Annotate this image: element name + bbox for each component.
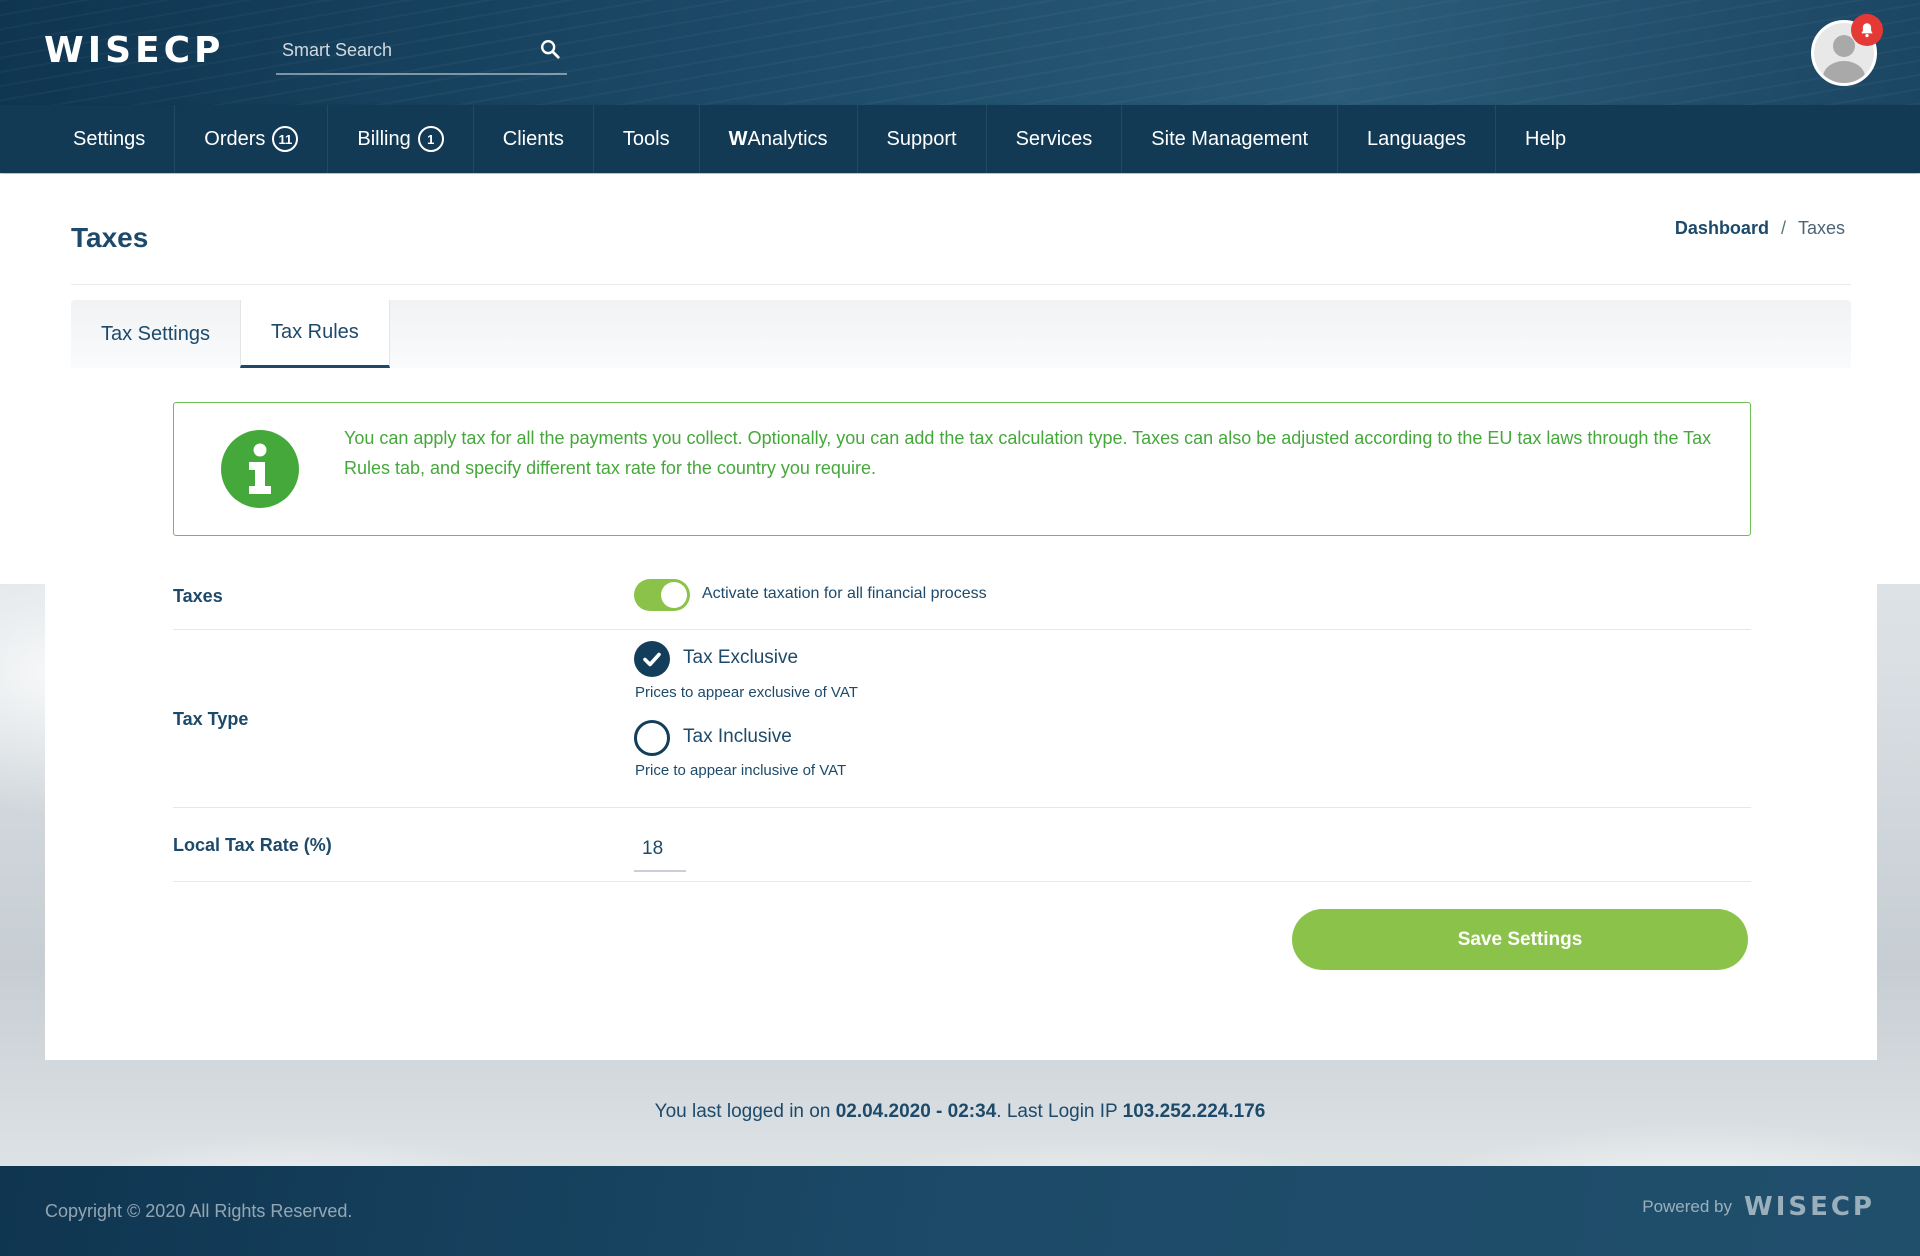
nav-label: Analytics <box>747 127 828 150</box>
nav-item-wanalytics[interactable]: W Analytics <box>700 105 858 173</box>
search-icon[interactable] <box>539 38 561 60</box>
nav-label: Services <box>1015 127 1093 150</box>
tax-exclusive-hint: Prices to appear exclusive of VAT <box>635 684 858 701</box>
smart-search <box>276 30 567 75</box>
nav-item-support[interactable]: Support <box>858 105 987 173</box>
title-divider <box>71 284 1851 285</box>
breadcrumb-dashboard-link[interactable]: Dashboard <box>1675 218 1769 239</box>
nav-item-settings[interactable]: Settings <box>0 105 176 173</box>
local-tax-rate-label: Local Tax Rate (%) <box>173 835 332 855</box>
nav-label: Languages <box>1367 127 1467 150</box>
row-divider <box>173 807 1751 808</box>
check-icon <box>643 652 661 667</box>
copyright-text: Copyright © 2020 All Rights Reserved. <box>45 1201 353 1221</box>
tab-tax-rules[interactable]: Tax Rules <box>239 300 390 368</box>
taxes-toggle[interactable] <box>634 579 690 611</box>
local-tax-rate-input[interactable] <box>634 828 686 872</box>
breadcrumb: Dashboard / Taxes <box>1675 218 1845 239</box>
row-divider <box>173 629 1751 630</box>
nav-label: Clients <box>502 127 564 150</box>
tax-inclusive-hint: Price to appear inclusive of VAT <box>635 762 847 779</box>
nav-item-tools[interactable]: Tools <box>594 105 700 173</box>
nav-label-bold: W <box>728 127 748 150</box>
nav-item-site-management[interactable]: Site Management <box>1122 105 1339 173</box>
info-text: You can apply tax for all the payments y… <box>344 428 1712 478</box>
page-title: Taxes <box>71 222 149 253</box>
taxes-toggle-label: Activate taxation for all financial proc… <box>702 585 987 602</box>
orders-count-badge: 11 <box>272 126 299 152</box>
main-nav: Settings Orders 11 Billing 1 Clients Tools… <box>0 105 1920 173</box>
top-bar: WISECP <box>0 0 1920 105</box>
breadcrumb-current: Taxes <box>1797 218 1845 238</box>
nav-label: Help <box>1525 127 1567 150</box>
nav-label: Site Management <box>1151 127 1309 150</box>
footer: Copyright © 2020 All Rights Reserved. Po… <box>0 1166 1920 1256</box>
tabs-bar: Tax Settings Tax Rules <box>71 300 1851 368</box>
save-settings-button[interactable]: Save Settings <box>1292 909 1748 970</box>
nav-label: Tools <box>622 127 670 150</box>
nav-item-services[interactable]: Services <box>987 105 1123 173</box>
nav-item-languages[interactable]: Languages <box>1338 105 1497 173</box>
breadcrumb-separator: / <box>1780 218 1786 238</box>
last-login-ip: 103.252.224.176 <box>1122 1101 1266 1122</box>
tax-inclusive-label[interactable]: Tax Inclusive <box>683 726 792 748</box>
info-alert: You can apply tax for all the payments y… <box>173 402 1751 536</box>
nav-item-clients[interactable]: Clients <box>474 105 594 173</box>
last-login-datetime: 02.04.2020 - 02:34 <box>835 1101 997 1122</box>
nav-item-orders[interactable]: Orders 11 <box>175 105 329 173</box>
last-login-info: You last logged in on 02.04.2020 - 02:34… <box>0 1101 1920 1123</box>
billing-count-badge: 1 <box>417 126 444 152</box>
toggle-knob <box>661 582 687 608</box>
last-login-prefix: You last logged in on <box>654 1101 831 1122</box>
tax-inclusive-radio[interactable] <box>634 720 670 756</box>
powered-by-label: Powered by <box>1642 1197 1733 1216</box>
nav-label: Billing <box>357 127 411 150</box>
last-login-ip-prefix: . Last Login IP <box>996 1101 1118 1122</box>
nav-item-help[interactable]: Help <box>1496 105 1595 173</box>
wisecp-footer-logo[interactable]: WISECP <box>1744 1192 1875 1222</box>
powered-by: Powered by WISECP <box>1642 1192 1875 1222</box>
tax-exclusive-radio[interactable] <box>634 641 670 677</box>
search-input[interactable] <box>276 30 516 70</box>
row-divider <box>173 881 1751 882</box>
info-icon <box>221 430 299 508</box>
wisecp-logo[interactable]: WISECP <box>44 30 224 71</box>
tax-exclusive-label[interactable]: Tax Exclusive <box>683 647 798 669</box>
nav-label: Support <box>886 127 957 150</box>
nav-label: Orders <box>204 127 266 150</box>
tab-tax-settings[interactable]: Tax Settings <box>71 300 240 368</box>
nav-label: Settings <box>73 127 146 150</box>
nav-item-billing[interactable]: Billing 1 <box>328 105 474 173</box>
tax-type-label: Tax Type <box>173 709 249 729</box>
taxes-label: Taxes <box>173 586 223 606</box>
notification-bell-icon[interactable] <box>1851 14 1883 46</box>
